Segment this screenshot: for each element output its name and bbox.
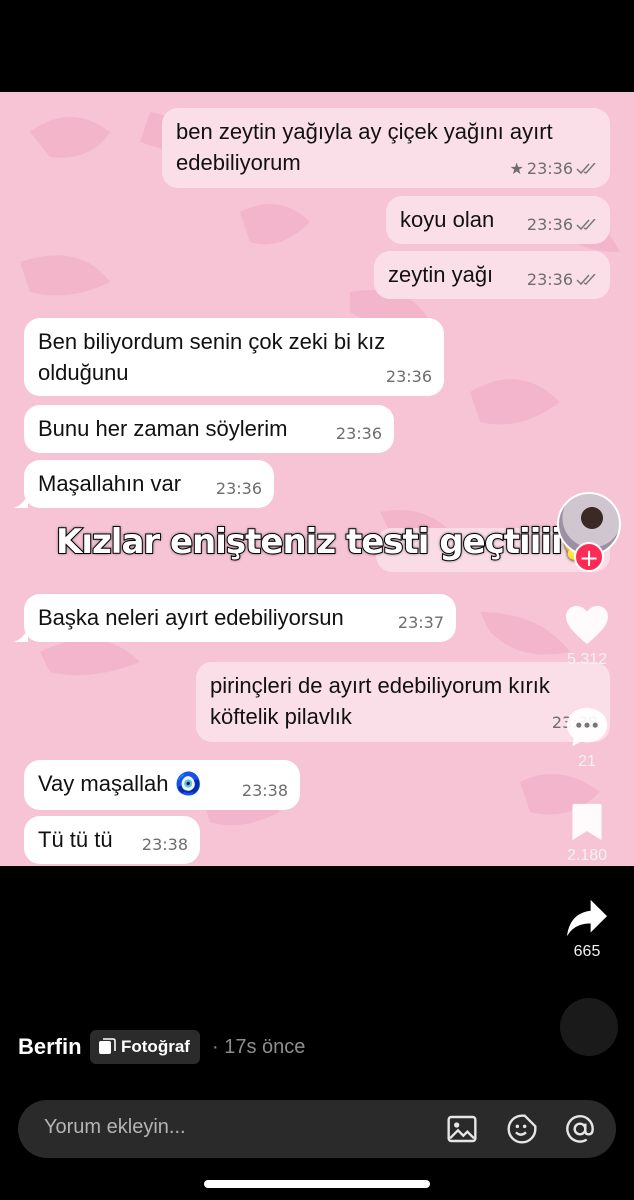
message-meta: ★ 23:36	[510, 153, 598, 184]
music-disc[interactable]	[560, 998, 618, 1056]
comment-icon	[566, 707, 608, 747]
author-name[interactable]: Berfin	[18, 1034, 82, 1060]
bookmark-icon	[572, 803, 602, 841]
photo-type-label: Fotoğraf	[121, 1037, 190, 1056]
emoji-icon[interactable]	[506, 1113, 538, 1145]
message-bubble-incoming: Maşallahın var 23:36	[24, 460, 274, 508]
double-check-icon	[576, 218, 596, 230]
message-bubble-incoming: Ben biliyordum senin çok zeki bi kız old…	[24, 318, 444, 396]
message-text: Vay maşallah 🧿	[38, 771, 202, 796]
message-bubble-outgoing: zeytin yağı 23:36	[374, 251, 610, 299]
message-time: 23:36	[215, 479, 262, 498]
message-time: 23:37	[397, 613, 444, 632]
at-icon[interactable]	[564, 1113, 596, 1145]
star-icon: ★	[509, 159, 524, 178]
message-time: 23:36	[526, 215, 573, 234]
follow-button[interactable]: +	[574, 542, 604, 572]
message-meta: 23:36	[216, 473, 262, 504]
overlay-caption: Kızlar enişteniz testi geçtiiii🥱	[55, 521, 604, 563]
double-check-icon	[576, 162, 596, 174]
message-time: 23:38	[241, 781, 288, 800]
message-text: Bunu her zaman söylerim	[38, 416, 288, 441]
message-bubble-incoming: Başka neleri ayırt edebiliyorsun 23:37	[24, 594, 456, 642]
share-count: 665	[573, 943, 601, 960]
message-text: Başka neleri ayırt edebiliyorsun	[38, 605, 344, 630]
save-action[interactable]: 2.180	[552, 802, 622, 865]
message-bubble-outgoing: koyu olan 23:36	[386, 196, 610, 244]
image-icon[interactable]	[446, 1113, 478, 1145]
heart-icon	[566, 605, 608, 645]
message-bubble-incoming: Bunu her zaman söylerim 23:36	[24, 405, 394, 453]
comment-input[interactable]: Yorum ekleyin...	[44, 1116, 186, 1139]
photo-stack-icon	[99, 1038, 116, 1054]
share-action[interactable]: 665	[552, 898, 622, 961]
message-bubble-incoming: Vay maşallah 🧿 23:38	[24, 760, 300, 810]
post-photo[interactable]: ben zeytin yağıyla ay çiçek yağını ayırt…	[0, 92, 634, 866]
comment-input-bar[interactable]: Yorum ekleyin...	[18, 1100, 616, 1158]
message-text: koyu olan	[400, 207, 495, 232]
message-time: 23:36	[526, 270, 573, 289]
message-bubble-outgoing: ben zeytin yağıyla ay çiçek yağını ayırt…	[162, 108, 610, 188]
message-text: ben zeytin yağıyla ay çiçek yağını ayırt…	[176, 119, 553, 175]
message-bubble-incoming: Tü tü tü 23:38	[24, 816, 200, 864]
message-meta: 23:38	[142, 829, 188, 860]
message-time: 23:36	[526, 159, 573, 178]
message-meta: 23:36	[527, 264, 598, 295]
message-text: Maşallahın var	[38, 471, 182, 496]
like-count: 5.312	[566, 651, 608, 668]
like-action[interactable]: 5.312	[552, 604, 622, 669]
post-time: · 17s önce	[212, 1036, 306, 1058]
bubble-tail	[14, 628, 28, 642]
share-icon	[567, 899, 607, 937]
message-text: Ben biliyordum senin çok zeki bi kız old…	[38, 329, 386, 385]
comment-action[interactable]: 21	[552, 706, 622, 771]
message-time: 23:36	[385, 367, 432, 386]
message-meta: 23:37	[398, 607, 444, 638]
message-time: 23:38	[141, 835, 188, 854]
message-text: pirinçleri de ayırt edebiliyorum kırık k…	[210, 673, 550, 729]
photo-type-chip: Fotoğraf	[90, 1030, 200, 1064]
double-check-icon	[576, 273, 596, 285]
message-meta: 23:36	[336, 418, 382, 449]
bubble-tail	[14, 494, 28, 508]
comment-count: 21	[578, 753, 596, 770]
save-count: 2.180	[566, 847, 608, 864]
message-text: Tü tü tü	[38, 827, 113, 852]
home-indicator[interactable]	[204, 1180, 430, 1188]
message-bubble-outgoing: pirinçleri de ayırt edebiliyorum kırık k…	[196, 662, 610, 742]
message-time: 23:36	[335, 424, 382, 443]
overlay-caption-text: Kızlar enişteniz testi geçtiiii	[55, 521, 564, 563]
message-meta: 23:36	[527, 209, 598, 240]
message-meta: 23:38	[242, 775, 288, 806]
message-text: zeytin yağı	[388, 262, 494, 287]
message-meta: 23:36	[386, 361, 432, 392]
